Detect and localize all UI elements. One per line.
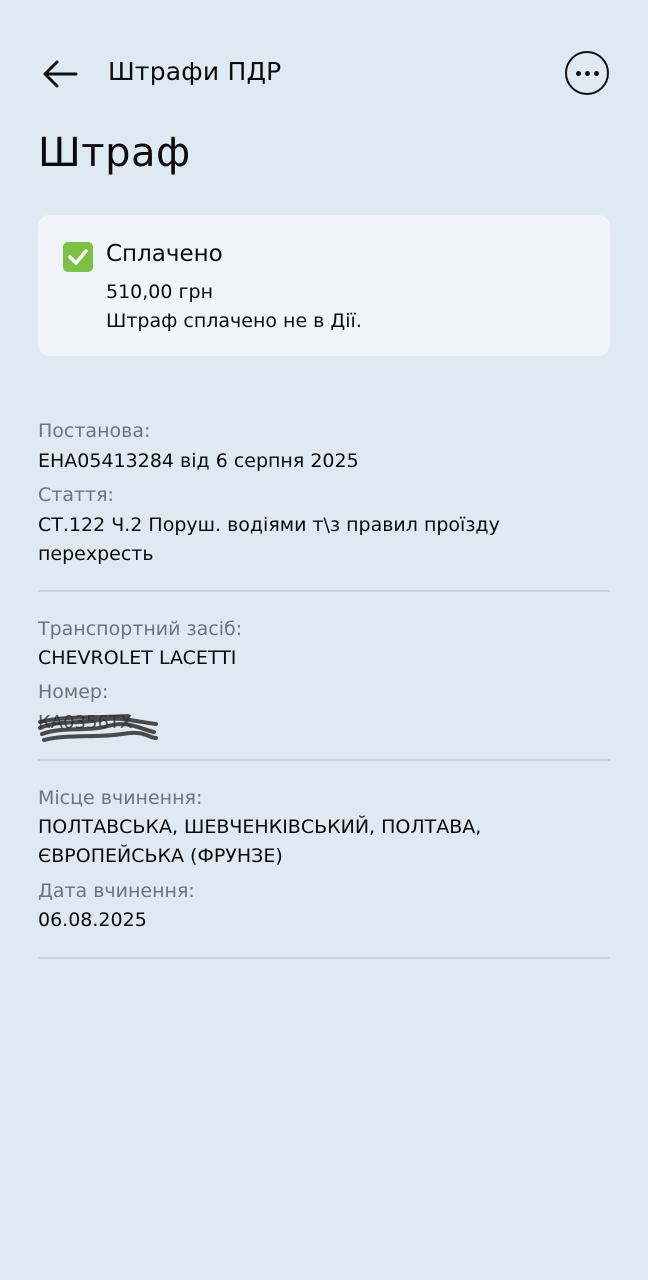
place-value: ПОЛТАВСЬКА, ШЕВЧЕНКІВСЬКИЙ, ПОЛТАВА, ЄВР… <box>38 816 482 867</box>
arrow-left-icon <box>43 60 78 88</box>
place-label: Місце вчинення: <box>38 787 203 809</box>
date-label: Дата вчинення: <box>38 880 195 902</box>
resolution-value: ЕНА05413284 від 6 серпня 2025 <box>38 450 359 472</box>
top-bar: Штрафи ПДР <box>0 0 648 150</box>
article-label: Стаття: <box>38 484 114 506</box>
article-value: СТ.122 Ч.2 Поруш. водіями т\з правил про… <box>38 514 500 565</box>
page-title: Штраф <box>38 130 191 176</box>
date-value: 06.08.2025 <box>38 909 147 931</box>
divider <box>38 759 610 761</box>
more-dot <box>584 70 590 76</box>
plate-label: Номер: <box>38 681 109 703</box>
resolution-label: Постанова: <box>38 420 151 442</box>
back-button[interactable] <box>36 50 84 98</box>
divider <box>38 590 610 592</box>
more-horizontal-icon <box>575 70 581 76</box>
divider <box>38 957 610 959</box>
vehicle-label: Транспортний засіб: <box>38 618 243 640</box>
payment-note: Штраф сплачено не в Дії. <box>106 310 362 332</box>
check-square-icon <box>63 242 93 272</box>
more-dot <box>593 70 599 76</box>
plate-value-redacted: КА0356ТХ <box>38 708 158 748</box>
header-title: Штрафи ПДР <box>108 57 282 86</box>
status-label: Сплачено <box>106 241 223 267</box>
more-options-button[interactable] <box>565 51 609 95</box>
fine-amount: 510,00 грн <box>106 281 213 303</box>
status-card: Сплачено 510,00 грн Штраф сплачено не в … <box>38 215 610 356</box>
redaction-scribble <box>38 714 158 742</box>
vehicle-value: CHEVROLET LACETTI <box>38 647 237 669</box>
